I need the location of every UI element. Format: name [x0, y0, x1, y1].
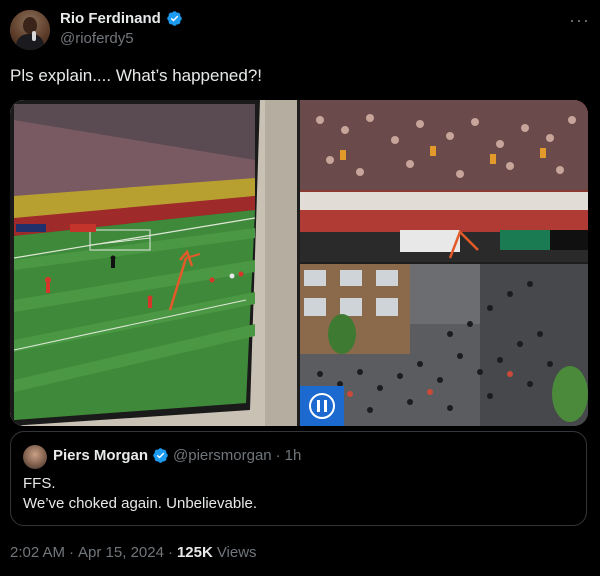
stadium-stand-photo[interactable]	[300, 100, 588, 262]
verified-badge-icon	[167, 11, 182, 26]
quoted-tweet[interactable]: Piers Morgan @piersmorgan · 1h FFS. We’v…	[10, 431, 587, 526]
tweet-date[interactable]: Apr 15, 2024	[78, 544, 164, 561]
tv-football-match-photo[interactable]	[10, 100, 297, 426]
more-horizontal-icon[interactable]: ···	[569, 10, 590, 31]
tweet-meta: 2:02 AM · Apr 15, 2024 · 125K Views	[10, 544, 257, 561]
separator-dot: ·	[69, 544, 75, 561]
tweet-media[interactable]	[10, 100, 588, 426]
separator-dot: ·	[167, 544, 173, 561]
separator-dot: ·	[275, 447, 281, 464]
quoted-author-name[interactable]: Piers Morgan	[53, 447, 148, 464]
views-label: Views	[216, 544, 257, 561]
quoted-tweet-time[interactable]: 1h	[285, 447, 302, 464]
quoted-tweet-line: FFS.	[23, 475, 56, 492]
quoted-author-avatar[interactable]	[23, 445, 47, 469]
author-name-line: Rio Ferdinand	[60, 10, 183, 27]
street-crowd-photo[interactable]	[300, 264, 588, 426]
tweet-header: Rio Ferdinand @rioferdy5 ···	[10, 8, 590, 52]
author-avatar[interactable]	[10, 10, 50, 50]
tweet-text: Pls explain.... What’s happened?!	[10, 66, 263, 85]
quoted-author-line: Piers Morgan @piersmorgan · 1h	[53, 447, 301, 464]
quoted-author-handle[interactable]: @piersmorgan	[173, 447, 272, 464]
author-display-name[interactable]: Rio Ferdinand	[60, 10, 161, 27]
views-count: 125K	[176, 544, 213, 561]
quoted-tweet-text: FFS. We’ve choked again. Unbelievable.	[23, 474, 257, 514]
quoted-tweet-line: We’ve choked again. Unbelievable.	[23, 495, 258, 512]
verified-badge-icon	[153, 448, 168, 463]
author-handle[interactable]: @rioferdy5	[60, 30, 134, 47]
tweet-time[interactable]: 2:02 AM	[10, 544, 65, 561]
